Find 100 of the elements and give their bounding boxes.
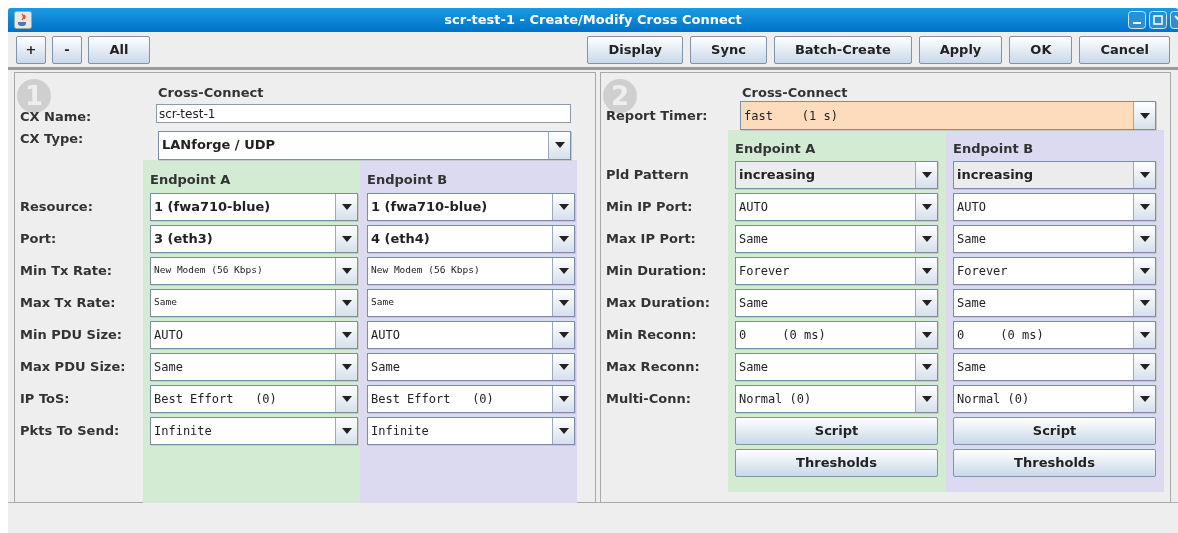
dropdown[interactable]: Same	[953, 353, 1156, 381]
dropdown[interactable]: Best Effort (0)	[367, 384, 575, 413]
caret-icon	[341, 331, 352, 338]
button[interactable]: Thresholds	[735, 449, 938, 477]
caret-icon	[558, 299, 569, 306]
field-label: Min Tx Rate:	[20, 261, 113, 280]
dropdown[interactable]: Best Effort (0)	[150, 384, 358, 413]
caret-icon	[341, 299, 352, 306]
dropdown[interactable]: AUTO	[953, 193, 1156, 221]
java-cup-icon	[14, 11, 32, 29]
caret-icon	[554, 142, 565, 148]
dropdown[interactable]: Forever	[953, 257, 1156, 285]
button[interactable]: Sync	[690, 35, 767, 64]
caret-icon	[341, 395, 352, 402]
field-label: Pld Pattern	[606, 166, 690, 185]
field-label: Min IP Port:	[606, 198, 694, 217]
dropdown[interactable]: Same	[367, 288, 575, 317]
caret-icon	[1139, 396, 1150, 402]
caret-icon	[341, 427, 352, 434]
field-label: Max IP Port:	[606, 230, 697, 249]
button[interactable]: -	[52, 35, 82, 64]
caret-icon	[558, 235, 569, 242]
dropdown[interactable]: 1 (fwa710-blue)	[150, 192, 358, 221]
dropdown[interactable]: 4 (eth4)	[367, 224, 575, 253]
field-label: Max PDU Size:	[20, 357, 127, 376]
dropdown[interactable]: Same	[735, 225, 938, 253]
button[interactable]: Script	[953, 417, 1156, 445]
dropdown[interactable]: Infinite	[150, 416, 358, 445]
caret-icon	[921, 172, 932, 178]
dropdown[interactable]: AUTO	[367, 320, 575, 349]
caret-icon	[558, 363, 569, 370]
caret-icon	[921, 364, 932, 370]
caret-icon	[1139, 300, 1150, 306]
dropdown[interactable]: fast (1 s)	[740, 101, 1156, 130]
caret-icon	[921, 332, 932, 338]
dropdown[interactable]: AUTO	[150, 320, 358, 349]
field-label: Min PDU Size:	[20, 325, 123, 344]
dropdown[interactable]: Same	[953, 289, 1156, 317]
button[interactable]: Batch-Create	[773, 35, 912, 64]
field-label: Port:	[20, 229, 58, 248]
dropdown[interactable]: Same	[735, 289, 938, 317]
caret-icon	[558, 395, 569, 402]
caret-icon	[1139, 332, 1150, 338]
field-label: Resource:	[20, 197, 94, 216]
button[interactable]: +	[16, 35, 46, 64]
caret-icon	[921, 204, 932, 210]
dropdown[interactable]: 3 (eth3)	[150, 224, 358, 253]
dropdown[interactable]: LANforge / UDP	[158, 130, 571, 160]
input-field[interactable]: scr-test-1	[156, 104, 571, 124]
caret-icon	[921, 236, 932, 242]
caret-icon	[341, 363, 352, 370]
caret-icon	[921, 396, 932, 402]
dropdown[interactable]: Same	[367, 352, 575, 381]
dropdown[interactable]: Same	[953, 225, 1156, 253]
caret-icon	[1139, 364, 1150, 370]
dropdown[interactable]: Infinite	[367, 416, 575, 445]
dropdown[interactable]: 1 (fwa710-blue)	[367, 192, 575, 221]
caret-icon	[558, 203, 569, 210]
dropdown[interactable]: Same	[735, 353, 938, 381]
caret-icon	[341, 235, 352, 242]
caret-icon	[1139, 204, 1150, 210]
dropdown[interactable]: 0 (0 ms)	[735, 321, 938, 349]
button[interactable]: Thresholds	[953, 449, 1156, 477]
caret-icon	[558, 267, 569, 274]
dropdown[interactable]: 0 (0 ms)	[953, 321, 1156, 349]
field-label: Max Tx Rate:	[20, 293, 117, 312]
button[interactable]: Cancel	[1079, 35, 1170, 64]
dropdown[interactable]: Normal (0)	[953, 385, 1156, 413]
dropdown[interactable]: New Modem (56 Kbps)	[150, 256, 358, 285]
dropdown[interactable]: Same	[150, 352, 358, 381]
section-heading: Cross-Connect	[157, 84, 265, 101]
dropdown[interactable]: increasing	[953, 161, 1156, 189]
dropdown[interactable]: AUTO	[735, 193, 938, 221]
dropdown[interactable]: Forever	[735, 257, 938, 285]
field-label: Pkts To Send:	[20, 421, 121, 440]
field-label: Max Reconn:	[606, 358, 701, 377]
column-heading: Endpoint B	[953, 139, 1034, 158]
column-heading: Endpoint A	[150, 171, 231, 189]
dropdown[interactable]: Normal (0)	[735, 385, 938, 413]
section-heading: Cross-Connect	[741, 84, 849, 101]
caret-icon	[341, 203, 352, 210]
button[interactable]: All	[88, 35, 150, 64]
button[interactable]: Script	[735, 417, 938, 445]
field-label: Min Reconn:	[606, 326, 698, 345]
dropdown[interactable]: increasing	[735, 161, 938, 189]
dropdown[interactable]: New Modem (56 Kbps)	[367, 256, 575, 285]
caret-icon	[1139, 112, 1150, 119]
close-icon[interactable]	[1170, 11, 1178, 29]
window-title: scr-test-1 - Create/Modify Cross Connect	[444, 11, 742, 30]
button[interactable]: Display	[587, 35, 684, 64]
column-heading: Endpoint A	[735, 139, 816, 158]
maximize-icon[interactable]	[1149, 11, 1167, 29]
button[interactable]: OK	[1009, 35, 1073, 64]
button[interactable]: Apply	[918, 35, 1003, 64]
caret-icon	[341, 267, 352, 274]
caret-icon	[558, 427, 569, 434]
caret-icon	[921, 300, 932, 306]
caret-icon	[558, 331, 569, 338]
minimize-icon[interactable]	[1128, 11, 1146, 29]
dropdown[interactable]: Same	[150, 288, 358, 317]
